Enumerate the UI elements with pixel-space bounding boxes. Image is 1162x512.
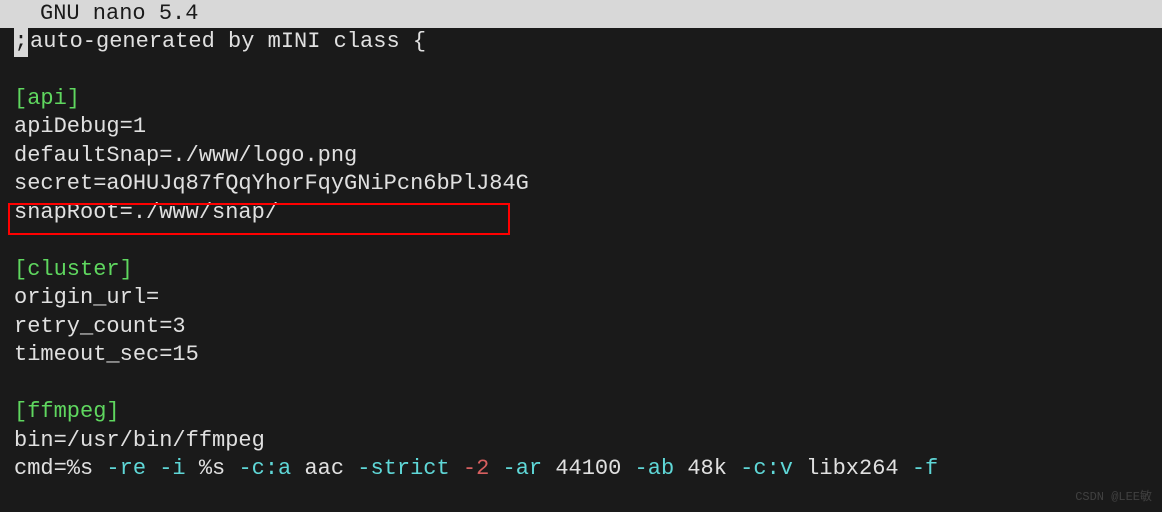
cmd-flag: -strict xyxy=(357,456,449,481)
cmd-text xyxy=(489,456,502,481)
cmd-flag: -c:v xyxy=(740,456,793,481)
cmd-flag: -ab xyxy=(635,456,675,481)
cmd-flag: -i xyxy=(159,456,185,481)
cmd-value: -2 xyxy=(463,456,489,481)
config-line: origin_url= xyxy=(0,284,1162,313)
cmd-flag: -c:a xyxy=(238,456,291,481)
config-line: retry_count=3 xyxy=(0,313,1162,342)
cmd-flag: -re xyxy=(106,456,146,481)
config-line-secret: secret=aOHUJq87fQqYhorFqyGNiPcn6bPlJ84G xyxy=(0,170,1162,199)
editor-area[interactable]: ; auto-generated by mINI class { [api] a… xyxy=(0,28,1162,484)
app-title: GNU nano 5.4 xyxy=(40,0,198,28)
cmd-text: libx264 xyxy=(793,456,912,481)
comment-text: auto-generated by mINI class { xyxy=(30,28,426,57)
cmd-flag: -ar xyxy=(503,456,543,481)
config-line: bin=/usr/bin/ffmpeg xyxy=(0,427,1162,456)
cmd-text xyxy=(450,456,463,481)
cmd-text xyxy=(146,456,159,481)
cmd-flag: -f xyxy=(912,456,938,481)
blank-line xyxy=(0,228,1162,256)
config-line-cmd: cmd=%s -re -i %s -c:a aac -strict -2 -ar… xyxy=(0,455,1162,484)
cmd-text: 48k xyxy=(674,456,740,481)
cmd-text: cmd=%s xyxy=(14,456,106,481)
cursor-icon: ; xyxy=(14,28,28,57)
cmd-text: %s xyxy=(186,456,239,481)
config-line: apiDebug=1 xyxy=(0,113,1162,142)
title-bar: GNU nano 5.4 xyxy=(0,0,1162,28)
cmd-text: 44100 xyxy=(542,456,634,481)
watermark-text: CSDN @LEE敏 xyxy=(1075,490,1152,506)
config-line: defaultSnap=./www/logo.png xyxy=(0,142,1162,171)
blank-line xyxy=(0,370,1162,398)
editor-line-cursor[interactable]: ; auto-generated by mINI class { xyxy=(0,28,1162,57)
section-header-ffmpeg: [ffmpeg] xyxy=(0,398,1162,427)
config-line: snapRoot=./www/snap/ xyxy=(0,199,1162,228)
config-line: timeout_sec=15 xyxy=(0,341,1162,370)
blank-line xyxy=(0,57,1162,85)
section-header-cluster: [cluster] xyxy=(0,256,1162,285)
section-header-api: [api] xyxy=(0,85,1162,114)
cmd-text: aac xyxy=(291,456,357,481)
